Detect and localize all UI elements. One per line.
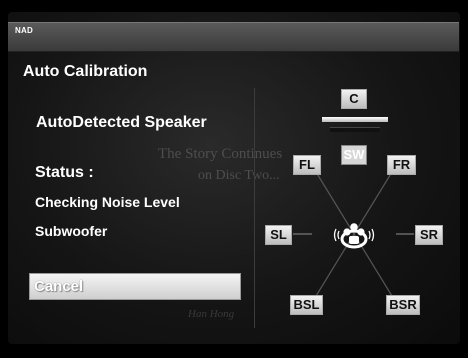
- speaker-front-left: FL: [293, 155, 321, 175]
- listener-icon: [333, 223, 375, 249]
- speaker-surround-left: SL: [265, 225, 292, 245]
- speaker-back-left: BSL: [290, 295, 323, 315]
- speaker-back-right: BSR: [386, 295, 420, 315]
- speaker-center: C: [341, 89, 367, 109]
- speaker-surround-right: SR: [415, 225, 443, 245]
- speaker-subwoofer: SW: [341, 145, 367, 165]
- speaker-front-right: FR: [387, 155, 416, 175]
- center-speaker-bar: [322, 117, 388, 122]
- screen: NAD The Story Continues on Disc Two... H…: [0, 0, 468, 358]
- center-speaker-base: [330, 127, 380, 132]
